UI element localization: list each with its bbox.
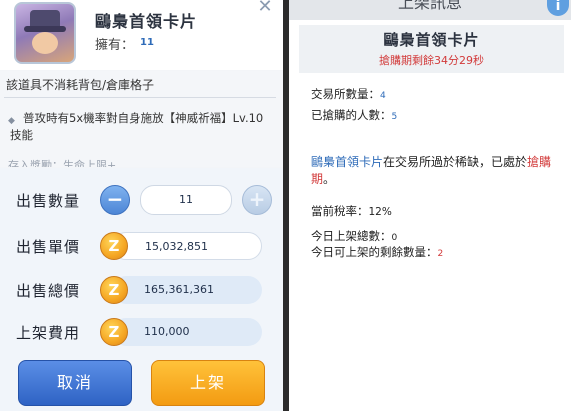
item-effect: 普攻時有5x機率對自身施放【神威祈福】Lv.10技能 [10,111,264,142]
rush-countdown: 搶購期剩餘34分29秒 [379,54,484,67]
card-item-icon [14,2,76,64]
quantity-input[interactable]: 11 [140,185,232,215]
buyers-row: 已搶購的人數：5 [311,107,397,123]
buyers-count-value: 5 [391,112,398,122]
rare-mid-text: 在交易所過於稀缺，已處於 [383,155,528,169]
info-item-name: 鷗梟首領卡片 [383,31,480,49]
item-description: 該道具不消耗背包/倉庫格子 [6,78,155,92]
zeny-coin-icon: Z [100,232,128,260]
total-price-label: 出售總價 [16,282,81,300]
today-total-label: 今日上架總數： [311,229,392,243]
close-icon[interactable]: ✕ [255,0,275,16]
zeny-coin-icon: Z [100,276,128,304]
scarcity-notice: 鷗梟首領卡片在交易所過於稀缺，已處於搶購期。 [311,154,566,188]
cancel-button[interactable]: 取消 [18,360,132,406]
today-remaining-row: 今日可上架的剩餘數量：2 [311,244,443,260]
exchange-count-row: 交易所數量：4 [311,86,386,102]
rare-end-text: 。 [323,172,336,186]
exchange-count-label: 交易所數量： [311,87,380,101]
list-button[interactable]: 上架 [151,360,265,406]
divider [4,97,276,98]
tax-row: 當前稅率：12% [311,203,392,219]
own-label: 擁有： [95,38,135,53]
item-summary-box: 鷗梟首領卡片 搶購期剩餘34分29秒 [299,25,564,73]
zeny-coin-icon: Z [100,318,128,346]
unit-price-input[interactable]: 15,032,851 [112,232,262,260]
minus-icon[interactable]: − [100,185,130,215]
item-header: 鷗梟首領卡片 擁有： 11 ✕ [0,0,283,70]
plus-icon[interactable]: + [242,185,272,215]
total-price-value: 165,361,361 [112,276,262,304]
today-remaining-value: 2 [437,249,444,259]
listing-fee-value: 110,000 [112,318,262,346]
today-remaining-label: 今日可上架的剩餘數量： [311,245,438,259]
tax-value: 12% [368,206,392,218]
sell-panel: 鷗梟首領卡片 擁有： 11 ✕ 該道具不消耗背包/倉庫格子 ◆ 普攻時有5x機率… [0,0,283,411]
own-count: 11 [140,37,154,48]
tax-label: 當前稅率： [311,204,369,218]
exchange-count-value: 4 [380,91,386,101]
unit-price-label: 出售單價 [16,238,81,256]
face-shape [32,32,58,54]
today-total-row: 今日上架總數：0 [311,228,397,244]
listing-info-header: 上架訊息 [289,0,571,20]
rare-item-name: 鷗梟首領卡片 [311,155,384,169]
listing-fee-label: 上架費用 [16,324,81,342]
buyers-label: 已搶購的人數： [311,108,392,122]
today-total-value: 0 [391,233,398,243]
quantity-label: 出售數量 [16,192,81,210]
item-description-cut: 存入獎勵：生命上限+... [8,159,127,167]
item-description-box[interactable]: 該道具不消耗背包/倉庫格子 ◆ 普攻時有5x機率對自身施放【神威祈福】Lv.10… [0,71,283,167]
listing-info-panel: 上架訊息 i 鷗梟首領卡片 搶購期剩餘34分29秒 交易所數量：4 已搶購的人數… [289,0,571,411]
item-name: 鷗梟首領卡片 [95,12,198,31]
listing-info-title: 上架訊息 [397,0,462,12]
